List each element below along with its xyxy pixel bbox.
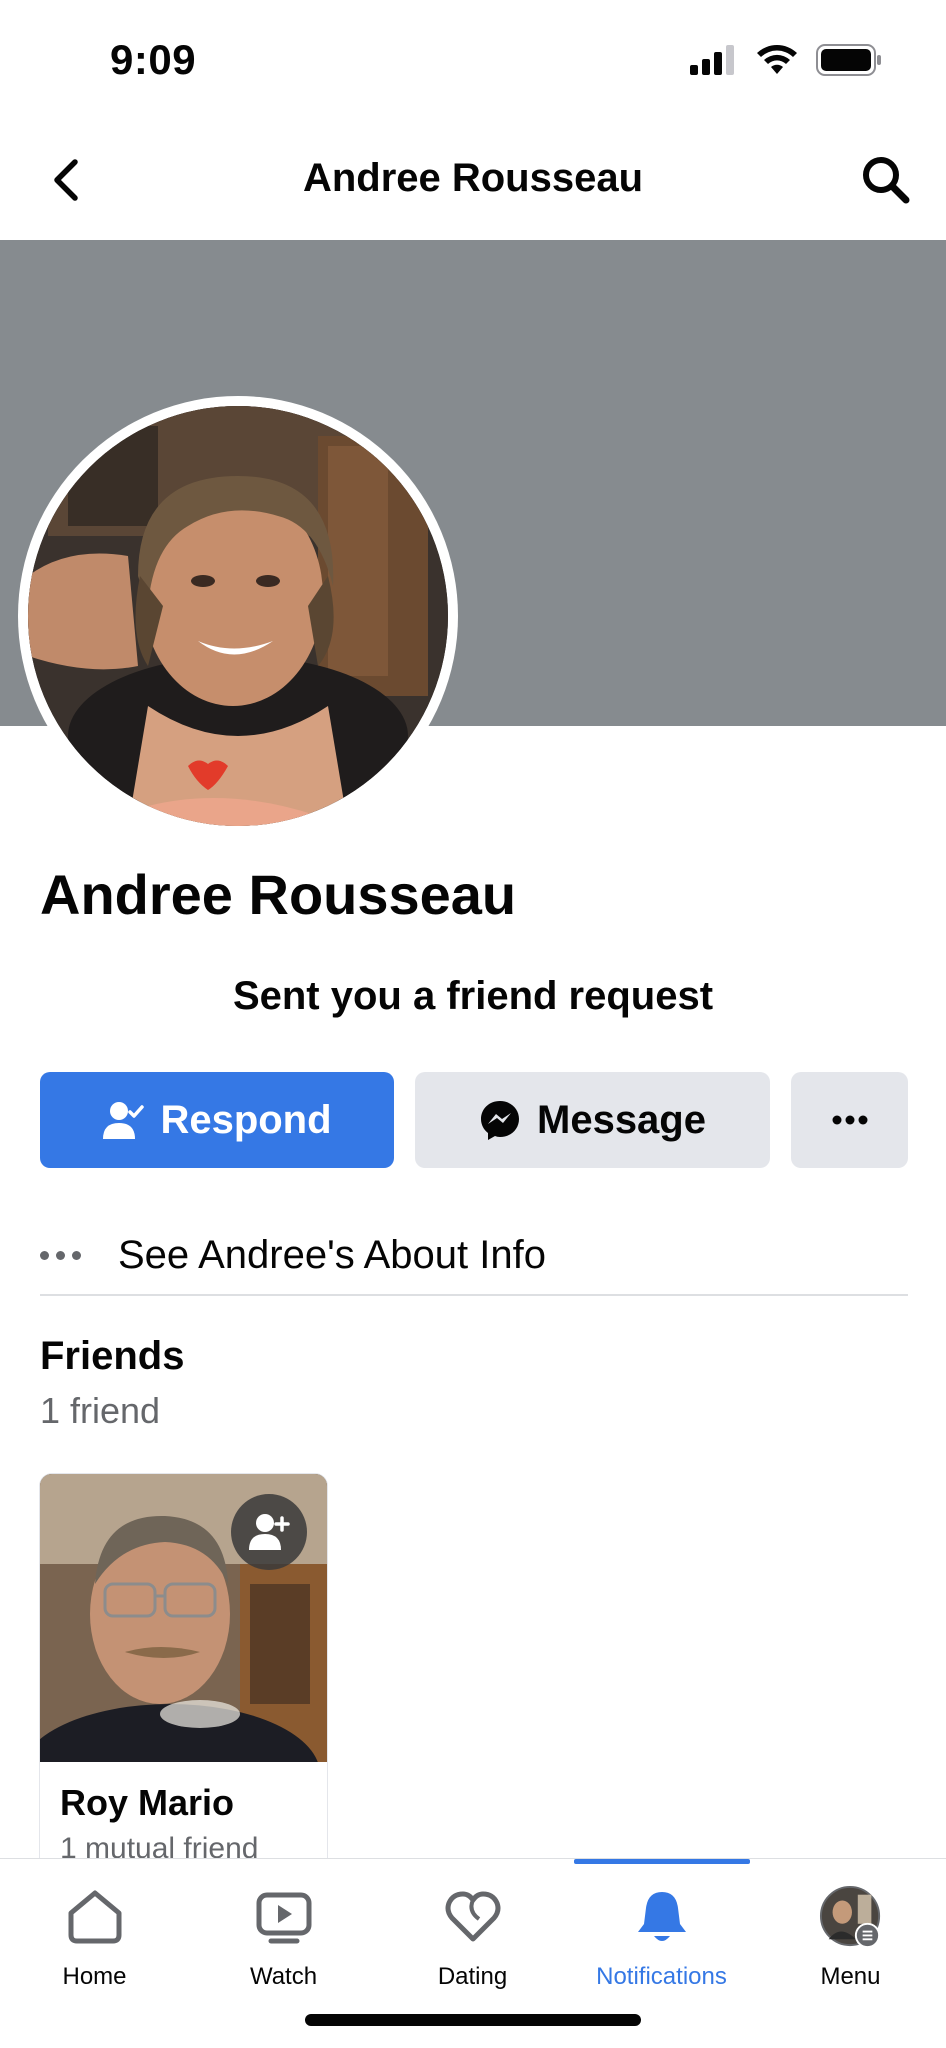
more-horizontal-icon <box>832 1115 867 1125</box>
tab-home-label: Home <box>62 1963 127 1990</box>
divider <box>40 1294 908 1296</box>
respond-label: Respond <box>160 1097 332 1142</box>
message-label: Message <box>537 1097 706 1142</box>
wifi-icon <box>756 44 798 81</box>
search-button[interactable] <box>854 148 918 212</box>
tab-dating[interactable]: Dating <box>378 1859 567 2009</box>
add-friend-button[interactable] <box>231 1494 307 1570</box>
tab-notifications[interactable]: Notifications <box>567 1859 756 2009</box>
profile-actions: Respond Message <box>40 1072 908 1168</box>
bell-icon <box>630 1885 694 1949</box>
battery-icon <box>816 44 882 81</box>
friend-request-status: Sent you a friend request <box>232 974 714 1018</box>
tab-home[interactable]: Home <box>0 1859 189 2009</box>
home-indicator <box>305 2014 641 2026</box>
search-icon <box>863 157 910 204</box>
friend-photo <box>40 1474 327 1762</box>
message-button[interactable]: Message <box>415 1072 770 1168</box>
about-info-link[interactable]: See Andree's About Info <box>40 1214 908 1296</box>
profile-photo <box>28 406 448 826</box>
tab-watch-label: Watch <box>249 1963 318 1990</box>
tab-notifications-label: Notifications <box>596 1963 727 1990</box>
dating-heart-icon <box>441 1885 505 1949</box>
watch-icon <box>252 1885 316 1949</box>
signal-icon <box>690 45 738 80</box>
friends-section-title: Friends <box>40 1334 185 1378</box>
status-time: 9:09 <box>110 36 197 83</box>
about-info-label: See Andree's About Info <box>118 1232 546 1277</box>
messenger-icon <box>481 1101 519 1140</box>
add-friend-icon <box>249 1514 290 1550</box>
user-check-icon <box>103 1102 145 1139</box>
status-bar: 9:09 <box>0 0 946 120</box>
more-options-button[interactable] <box>791 1072 908 1168</box>
tab-watch[interactable]: Watch <box>189 1859 378 2009</box>
profile-picture[interactable] <box>18 396 458 836</box>
status-icons <box>690 44 882 81</box>
avatar-menu-icon <box>819 1885 883 1949</box>
profile-name: Andree Rousseau <box>40 863 517 926</box>
ellipsis-icon <box>40 1250 118 1260</box>
header-title: Andree Rousseau <box>302 156 644 200</box>
tab-menu-label: Menu <box>820 1963 881 1990</box>
tab-menu[interactable]: Menu <box>756 1859 945 2009</box>
tab-dating-label: Dating <box>437 1963 508 1990</box>
friend-card[interactable]: Roy Mario 1 mutual friend <box>40 1474 327 1874</box>
respond-button[interactable]: Respond <box>40 1072 394 1168</box>
friend-name[interactable]: Roy Mario <box>60 1782 234 1824</box>
top-navigation-bar: Andree Rousseau <box>0 120 946 240</box>
friends-count: 1 friend <box>40 1390 161 1431</box>
home-icon <box>63 1885 127 1949</box>
